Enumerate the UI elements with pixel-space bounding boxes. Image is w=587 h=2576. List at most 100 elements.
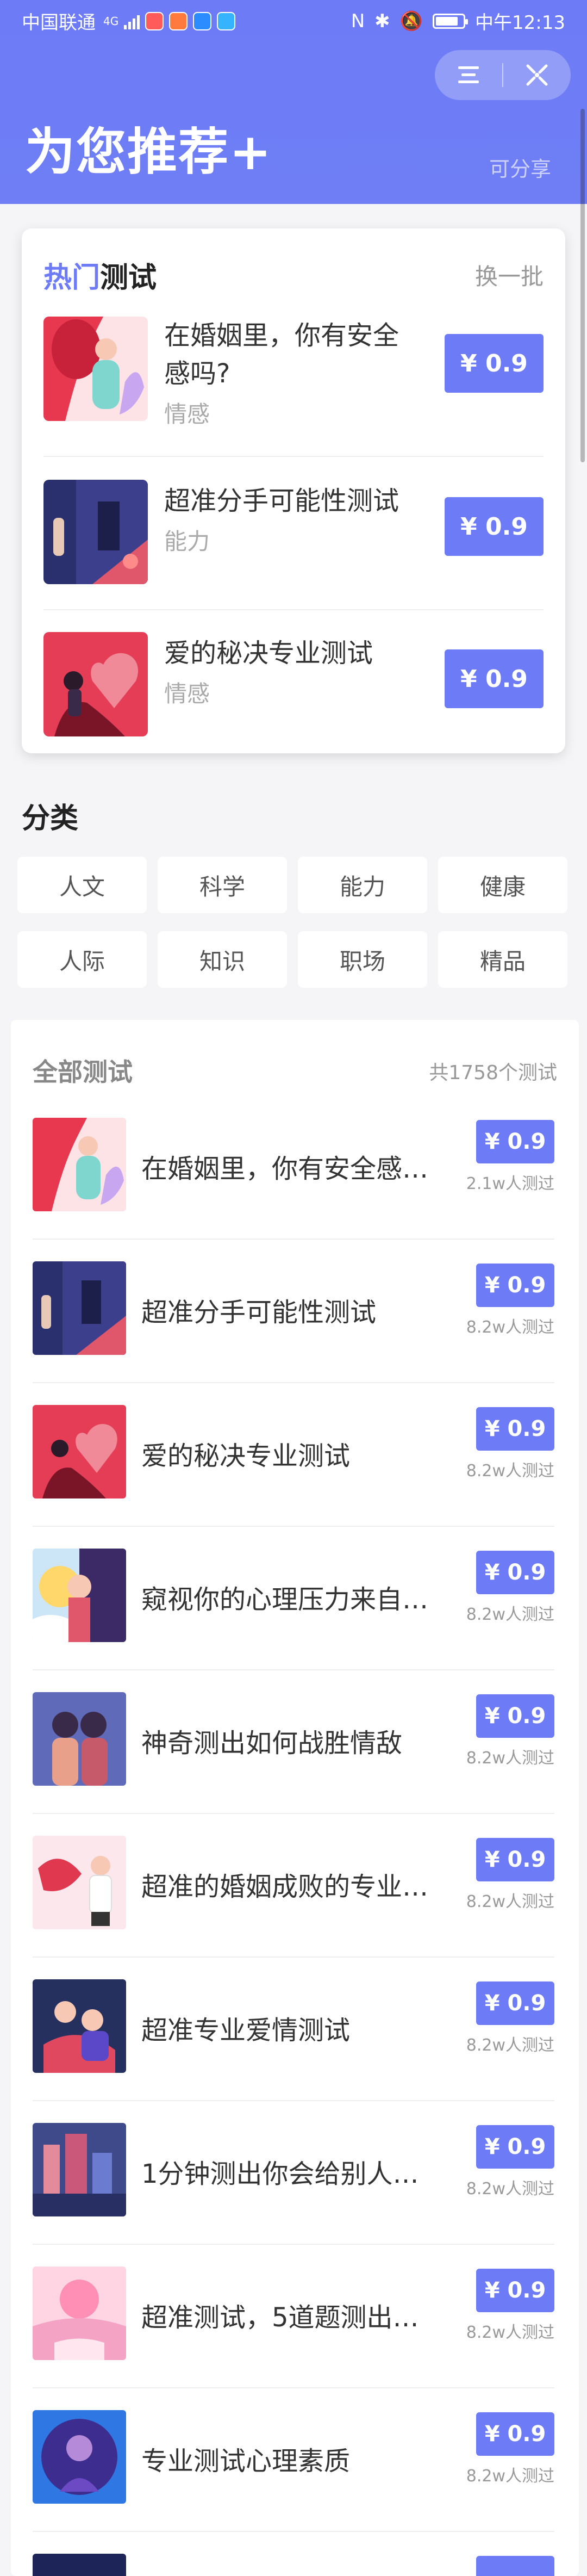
price-button[interactable]: ¥ 0.9 xyxy=(476,2125,554,2169)
category-button[interactable]: 职场 xyxy=(298,931,427,988)
price-button[interactable]: ¥ 0.9 xyxy=(476,2269,554,2312)
test-thumbnail xyxy=(43,632,148,736)
list-item[interactable]: 1分钟测出你会给别人留下什么印象 ¥ 0.9 8.2w人测过 xyxy=(33,2101,554,2245)
carrier-label: 中国联通 xyxy=(22,12,96,34)
test-title: 在婚姻里，你有安全感吗? xyxy=(141,1154,435,1184)
test-title: 爱的秘决专业测试 xyxy=(141,1441,351,1471)
test-count: 8.2w人测过 xyxy=(466,1749,554,1768)
all-tests-title: 全部测试 xyxy=(33,1057,133,1087)
mini-program-capsule xyxy=(435,50,571,100)
test-thumbnail xyxy=(33,1692,126,1786)
hot-item-title: 爱的秘决专业测试 xyxy=(164,638,373,668)
all-tests-card: 全部测试 共1758个测试 在婚姻里，你有安全感吗? ¥ 0.9 2.1w人测过… xyxy=(11,1020,579,2576)
list-item[interactable]: 神奇测出如何战胜情敌 ¥ 0.9 8.2w人测过 xyxy=(33,1670,554,1814)
test-title: 窥视你的心理压力来自哪里 xyxy=(141,1584,435,1615)
category-button[interactable]: 人文 xyxy=(17,857,147,913)
category-button[interactable]: 健康 xyxy=(438,857,567,913)
hot-item-category: 能力 xyxy=(164,528,210,555)
signal-icon xyxy=(124,13,140,29)
test-thumbnail xyxy=(43,317,148,421)
test-count: 8.2w人测过 xyxy=(466,1318,554,1337)
list-item[interactable]: 爱的秘决专业测试 ¥ 0.9 8.2w人测过 xyxy=(33,1383,554,1527)
list-item[interactable]: 窥视你的心理压力来自哪里 ¥ 0.9 8.2w人测过 xyxy=(33,1527,554,1670)
hot-item-title: 超准分手可能性测试 xyxy=(164,486,399,516)
test-title: 超准的婚姻成败的专业测试 xyxy=(141,1872,435,1902)
price-button[interactable]: ¥ 0.9 xyxy=(476,2412,554,2456)
test-thumbnail xyxy=(33,1118,126,1211)
test-thumbnail xyxy=(43,480,148,584)
status-bar: 中国联通 4G N ✱ 🔕 中午12:13 xyxy=(0,0,587,39)
mute-icon: 🔕 xyxy=(399,10,423,32)
test-thumbnail xyxy=(33,1549,126,1642)
bluetooth-icon: ✱ xyxy=(374,10,390,32)
scrollbar[interactable] xyxy=(580,109,585,462)
category-button[interactable]: 科学 xyxy=(158,857,287,913)
price-button[interactable]: ¥ 0.9 xyxy=(476,1264,554,1307)
test-thumbnail xyxy=(33,2267,126,2360)
test-title: 神奇测出如何战胜情敌 xyxy=(141,1728,403,1758)
test-thumbnail xyxy=(33,1979,126,2073)
test-count: 8.2w人测过 xyxy=(466,1462,554,1481)
price-button[interactable]: ¥ 0.9 xyxy=(445,334,544,393)
hot-tests-card: 热门测试 换一批 在婚姻里，你有安全感吗? 情感 ¥ 0.9 超准分手可能性测试… xyxy=(22,228,565,753)
category-button[interactable]: 精品 xyxy=(438,931,567,988)
category-button[interactable]: 知识 xyxy=(158,931,287,988)
menu-icon xyxy=(458,66,479,83)
test-title: 1分钟测出你会给别人留下什么印象 xyxy=(141,2159,435,2189)
hot-item-category: 情感 xyxy=(164,680,210,707)
categories-heading: 分类 xyxy=(22,802,79,835)
hot-tests-title: 热门测试 xyxy=(43,255,157,295)
price-button[interactable]: ¥ 0.9 xyxy=(445,649,544,708)
hot-item[interactable]: 爱的秘决专业测试 情感 ¥ 0.9 xyxy=(43,632,544,741)
hot-item-category: 情感 xyxy=(164,401,210,428)
category-button[interactable]: 人际 xyxy=(17,931,147,988)
page-title: 为您推荐+ xyxy=(25,123,273,181)
app-notification-icon xyxy=(193,11,212,30)
list-item[interactable]: 超准的婚姻成败的专业测试 ¥ 0.9 8.2w人测过 xyxy=(33,1814,554,1958)
hot-item-title: 在婚姻里，你有安全感吗? xyxy=(164,320,399,389)
list-item[interactable]: 超准测试，5道题测出你的性格 ¥ 0.9 8.2w人测过 xyxy=(33,2245,554,2388)
price-button[interactable]: ¥ 0.9 xyxy=(476,1981,554,2025)
hot-item[interactable]: 超准分手可能性测试 能力 ¥ 0.9 xyxy=(43,480,544,589)
price-button[interactable]: ¥ 0.9 xyxy=(476,1407,554,1451)
hot-item[interactable]: 在婚姻里，你有安全感吗? 情感 ¥ 0.9 xyxy=(43,317,544,428)
refresh-button[interactable]: 换一批 xyxy=(475,258,544,292)
test-thumbnail xyxy=(33,2554,126,2576)
price-button[interactable] xyxy=(476,2556,554,2576)
list-item[interactable] xyxy=(33,2532,554,2576)
test-title: 超准测试，5道题测出你的性格 xyxy=(141,2302,435,2333)
clock: 中午12:13 xyxy=(475,12,565,34)
test-thumbnail xyxy=(33,2410,126,2504)
test-title: 专业测试心理素质 xyxy=(141,2446,351,2476)
close-button[interactable] xyxy=(503,50,571,100)
all-tests-count: 共1758个测试 xyxy=(429,1062,557,1084)
test-count: 8.2w人测过 xyxy=(466,2179,554,2199)
list-item[interactable]: 超准专业爱情测试 ¥ 0.9 8.2w人测过 xyxy=(33,1958,554,2101)
app-notification-icon xyxy=(145,11,164,30)
list-item[interactable]: 超准分手可能性测试 ¥ 0.9 8.2w人测过 xyxy=(33,1240,554,1383)
network-label: 4G xyxy=(103,14,119,28)
app-notification-icon xyxy=(169,11,188,30)
test-count: 8.2w人测过 xyxy=(466,2036,554,2055)
price-button[interactable]: ¥ 0.9 xyxy=(476,1694,554,1738)
menu-button[interactable] xyxy=(435,50,502,100)
test-thumbnail xyxy=(33,1261,126,1355)
battery-icon xyxy=(433,13,469,29)
test-thumbnail xyxy=(33,1405,126,1498)
header: 中国联通 4G N ✱ 🔕 中午12:13 为您推荐+ 可分享 xyxy=(0,0,587,204)
hot-title-rest: 测试 xyxy=(100,262,157,294)
test-thumbnail xyxy=(33,2123,126,2216)
share-hint: 可分享 xyxy=(489,157,551,181)
close-target-icon xyxy=(526,64,548,86)
price-button[interactable]: ¥ 0.9 xyxy=(476,1120,554,1163)
test-count: 8.2w人测过 xyxy=(466,2467,554,2486)
list-item[interactable]: 专业测试心理素质 ¥ 0.9 8.2w人测过 xyxy=(33,2388,554,2532)
test-thumbnail xyxy=(33,1836,126,1929)
category-button[interactable]: 能力 xyxy=(298,857,427,913)
test-count: 8.2w人测过 xyxy=(466,1605,554,1624)
price-button[interactable]: ¥ 0.9 xyxy=(445,497,544,556)
price-button[interactable]: ¥ 0.9 xyxy=(476,1551,554,1594)
test-count: 2.1w人测过 xyxy=(466,1174,554,1193)
list-item[interactable]: 在婚姻里，你有安全感吗? ¥ 0.9 2.1w人测过 xyxy=(33,1096,554,1240)
price-button[interactable]: ¥ 0.9 xyxy=(476,1838,554,1881)
